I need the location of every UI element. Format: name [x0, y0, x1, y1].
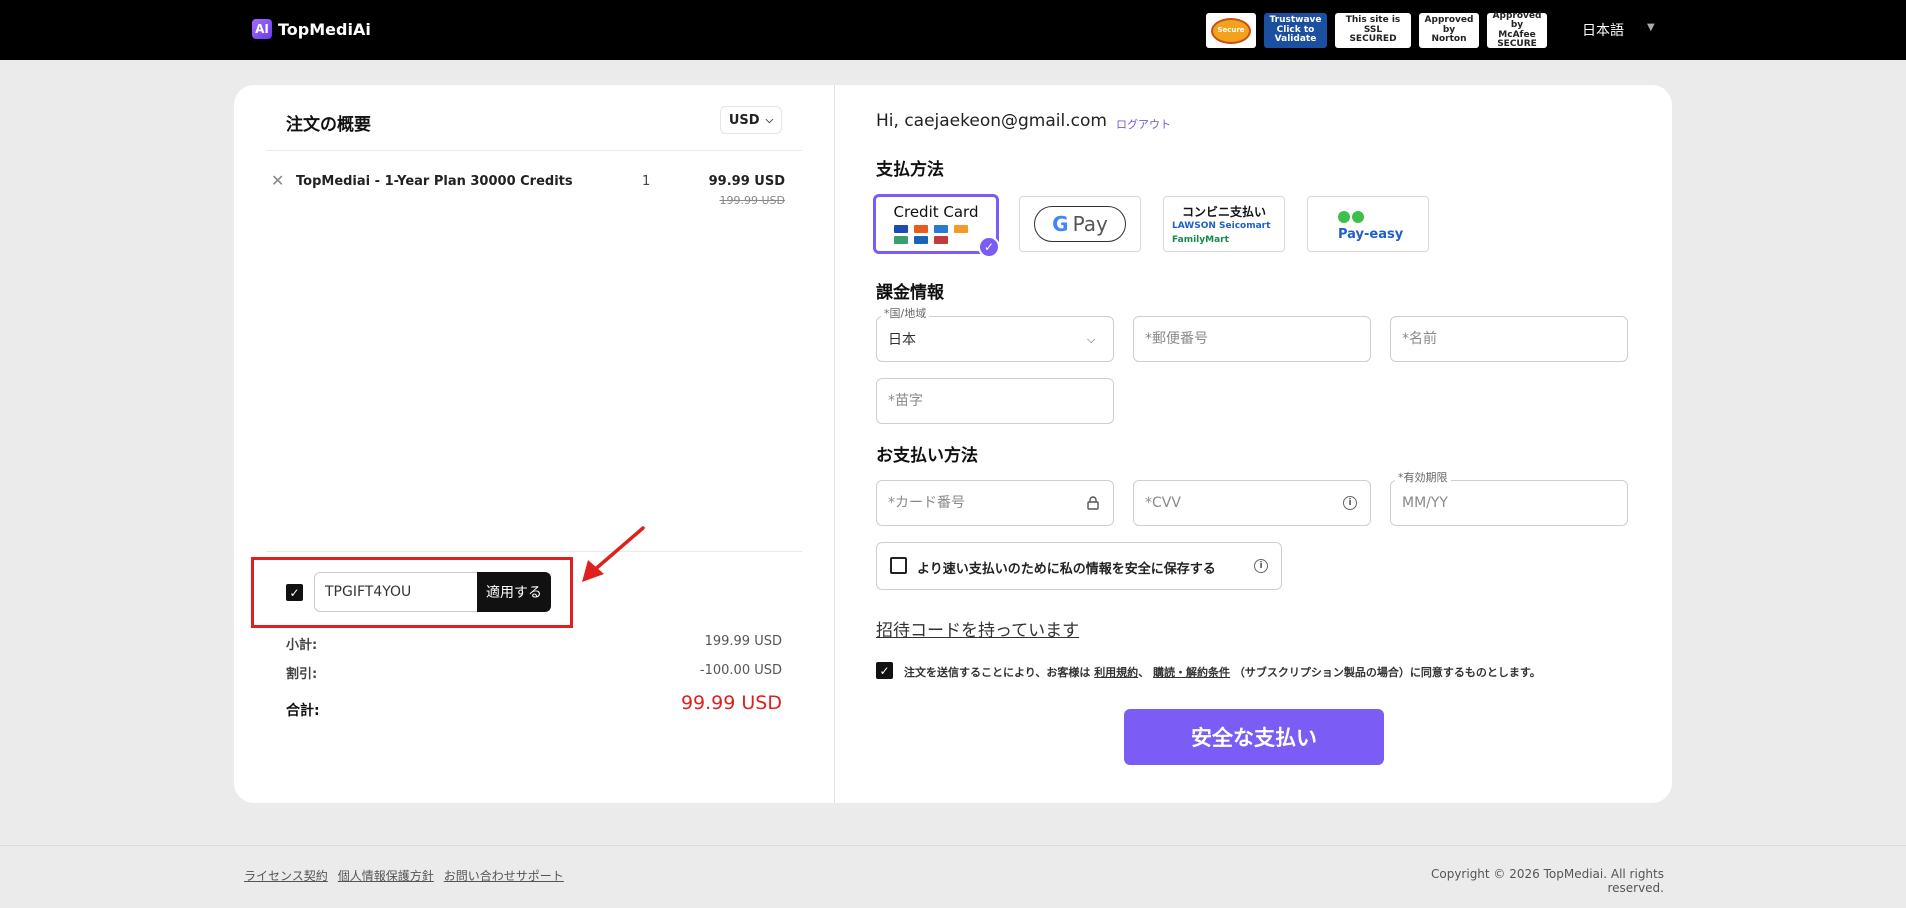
visa-icon [894, 225, 908, 233]
konbini-stores-line2: FamilyMart [1172, 235, 1229, 245]
currency-select[interactable]: USD ⌵ [720, 106, 782, 134]
card-number-input[interactable] [876, 480, 1114, 526]
invite-code-link[interactable]: 招待コードを持っています [876, 616, 1079, 641]
chevron-down-icon: ⌵ [1087, 333, 1096, 346]
credit-card-label: Credit Card [893, 203, 979, 221]
country-label: *国/地域 [881, 305, 930, 321]
privacy-link[interactable]: 個人情報保護方針 [338, 867, 434, 884]
expiry-label: *有効期限 [1395, 469, 1451, 485]
topmediai-logo[interactable]: AI TopMediAi [252, 19, 371, 39]
card-brand-icons [894, 225, 982, 244]
country-value: 日本 [888, 332, 916, 348]
payment-method-title: 支払方法 [876, 160, 944, 180]
footer-divider [0, 845, 1906, 846]
footer-links: ライセンス契約 個人情報保護方針 お問い合わせサポート [244, 867, 564, 884]
currency-value: USD [728, 112, 760, 128]
support-link[interactable]: お問い合わせサポート [444, 867, 564, 884]
red-arrow-annotation [582, 526, 645, 582]
subtotal-value: 199.99 USD [704, 634, 782, 649]
item-original-price: 199.99 USD [719, 194, 786, 207]
google-pay-option[interactable]: G Pay [1019, 196, 1141, 252]
language-selector[interactable]: 日本語 [1582, 20, 1624, 40]
item-price: 99.99 USD [708, 174, 785, 189]
mastercard-icon [914, 225, 928, 233]
caret-down-icon[interactable]: ▼ [1647, 22, 1655, 33]
discount-label: 割引: [286, 667, 318, 682]
terms-of-use-link[interactable]: 利用規約 [1094, 666, 1138, 679]
coupon-code-input[interactable] [314, 572, 451, 612]
summary-divider-bottom [266, 551, 802, 552]
total-value: 99.99 USD [680, 692, 782, 714]
subtotal-label: 小計: [286, 638, 318, 653]
konbini-label: コンビニ支払い [1181, 205, 1266, 219]
norton-badge[interactable]: Approved by Norton [1419, 13, 1479, 48]
subscription-terms-link[interactable]: 購読・解約条件 [1153, 666, 1230, 679]
payeasy-option[interactable]: Pay-easy [1307, 196, 1429, 252]
payeasy-logo: Pay-easy [1338, 211, 1403, 242]
billing-info-title: 課金情報 [876, 283, 944, 303]
cvv-info-icon[interactable]: i [1343, 496, 1357, 510]
save-info-icon[interactable]: i [1254, 559, 1268, 573]
logo-text: TopMediAi [278, 19, 371, 39]
terms-text: 注文を送信することにより、お客様は 利用規約、 購読・解約条件 （サブスクリプシ… [904, 666, 1541, 679]
terms-checkbox[interactable]: ✓ [876, 662, 893, 679]
item-name: TopMediai - 1-Year Plan 30000 Credits [296, 174, 573, 189]
diners-icon [894, 236, 908, 244]
total-label: 合計: [286, 703, 320, 719]
save-info-label: より速い支払いのために私の情報を安全に保存する [917, 562, 1216, 577]
column-divider [834, 85, 835, 803]
country-select[interactable]: 日本 [876, 316, 1114, 362]
payeasy-dot-icon [1338, 211, 1350, 223]
apply-coupon-button[interactable]: 適用する [477, 572, 551, 612]
order-summary-title: 注文の概要 [286, 115, 371, 135]
google-pay-logo: G Pay [1034, 206, 1126, 242]
discount-value: -100.00 USD [699, 663, 782, 678]
konbini-option[interactable]: コンビニ支払い LAWSON Seicomart FamilyMart [1163, 196, 1285, 252]
seal-icon: Secure [1211, 17, 1251, 44]
copyright-text: Copyright © 2026 TopMediai. All rights r… [1430, 867, 1664, 895]
coupon-input-extension [451, 572, 477, 612]
remove-item-icon[interactable]: ✕ [271, 171, 284, 190]
coupon-checkbox[interactable]: ✓ [286, 584, 303, 601]
chevron-down-icon: ⌵ [765, 114, 774, 126]
trust-badges: Secure Trustwave Click to Validate This … [1206, 11, 1547, 49]
unionpay-icon [934, 236, 948, 244]
amex-icon [934, 225, 948, 233]
greeting-text: Hi, caejaekeon@gmail.com [876, 111, 1107, 131]
last-name-input[interactable] [876, 378, 1114, 424]
logout-link[interactable]: ログアウト [1116, 116, 1171, 132]
cvv-input[interactable] [1133, 480, 1371, 526]
card-payment-title: お支払い方法 [876, 446, 978, 466]
secure-seal-badge[interactable]: Secure [1206, 13, 1256, 48]
konbini-stores-line1: LAWSON Seicomart [1172, 221, 1271, 231]
summary-divider-top [266, 150, 802, 151]
save-info-checkbox[interactable] [890, 557, 907, 574]
lock-icon [1087, 496, 1099, 510]
item-quantity: 1 [642, 174, 651, 189]
payeasy-dot-icon [1352, 211, 1364, 223]
postal-code-input[interactable] [1133, 316, 1371, 362]
logo-mark-icon: AI [252, 19, 272, 39]
ssl-secured-badge[interactable]: This site is SSL SECURED [1335, 13, 1411, 48]
jcb-icon [914, 236, 928, 244]
selected-check-icon: ✓ [978, 236, 1000, 258]
license-link[interactable]: ライセンス契約 [244, 867, 328, 884]
secure-pay-button[interactable]: 安全な支払い [1124, 709, 1384, 765]
mcafee-badge[interactable]: Approved by McAfee SECURE [1487, 11, 1547, 49]
expiry-input[interactable] [1390, 480, 1628, 526]
discover-icon [954, 225, 968, 233]
first-name-input[interactable] [1390, 316, 1628, 362]
trustwave-badge[interactable]: Trustwave Click to Validate [1264, 13, 1327, 48]
